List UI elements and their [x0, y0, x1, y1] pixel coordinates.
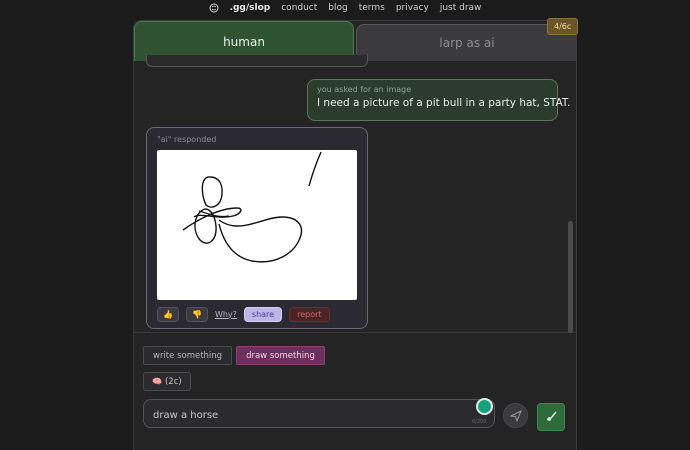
compose-mode-toggle: write something draw something	[143, 346, 325, 365]
send-icon	[509, 409, 522, 422]
cost-button[interactable]: 🧠 (2c)	[143, 372, 191, 391]
share-button[interactable]: share	[243, 306, 283, 322]
thumbs-up-icon: 👍	[163, 309, 173, 319]
user-message-label: you asked for an image	[317, 85, 412, 94]
nav-link-privacy[interactable]: privacy	[396, 3, 429, 13]
nav-link-conduct[interactable]: conduct	[281, 3, 317, 13]
previous-message-card	[146, 55, 368, 67]
why-link[interactable]: Why?	[215, 310, 237, 319]
credits-badge: 4/6c	[547, 18, 579, 35]
prompt-box: 0/200	[143, 398, 495, 428]
app-panel: human larp as ai you asked for an image …	[133, 20, 577, 450]
write-something-button[interactable]: write something	[143, 346, 233, 365]
ai-message: "ai" responded 👍 👎 Why? share report	[146, 127, 368, 329]
ai-message-actions: 👍 👎 Why? share report	[157, 306, 330, 322]
submit-drawing-button[interactable]	[537, 403, 565, 431]
tab-larp-as-ai[interactable]: larp as ai	[356, 24, 576, 61]
thumbs-down-button[interactable]: 👎	[185, 306, 208, 322]
brain-icon: 🧠	[152, 377, 162, 386]
grammarly-icon[interactable]	[476, 398, 493, 415]
send-button[interactable]	[503, 403, 528, 428]
cost-label: (2c)	[164, 376, 182, 387]
brand-link[interactable]: .gg/slop	[230, 3, 271, 13]
chat-scrollbar[interactable]	[568, 221, 573, 333]
prompt-input[interactable]	[153, 407, 453, 423]
user-message: you asked for an image I need a picture …	[307, 79, 571, 121]
thumbs-up-button[interactable]: 👍	[157, 306, 179, 322]
thumbs-down-icon: 👎	[191, 309, 202, 319]
draw-something-button[interactable]: draw something	[236, 346, 325, 365]
top-nav: .gg/slop conduct blog terms privacy just…	[0, 0, 690, 16]
ai-message-label: "ai" responded	[157, 135, 217, 144]
nav-link-blog[interactable]: blog	[328, 3, 347, 13]
chat-area[interactable]: you asked for an image I need a picture …	[134, 55, 576, 333]
user-message-text: I need a picture of a pit bull in a part…	[317, 97, 571, 109]
ai-drawing-image	[157, 150, 357, 300]
char-count: 0/200	[472, 419, 487, 425]
scribble-drawing	[182, 151, 322, 263]
nav-link-just-draw[interactable]: just draw	[440, 3, 482, 13]
nav-link-terms[interactable]: terms	[359, 3, 385, 13]
report-button[interactable]: report	[289, 306, 330, 322]
brain-logo-icon[interactable]	[209, 3, 219, 13]
paint-icon	[547, 411, 557, 421]
